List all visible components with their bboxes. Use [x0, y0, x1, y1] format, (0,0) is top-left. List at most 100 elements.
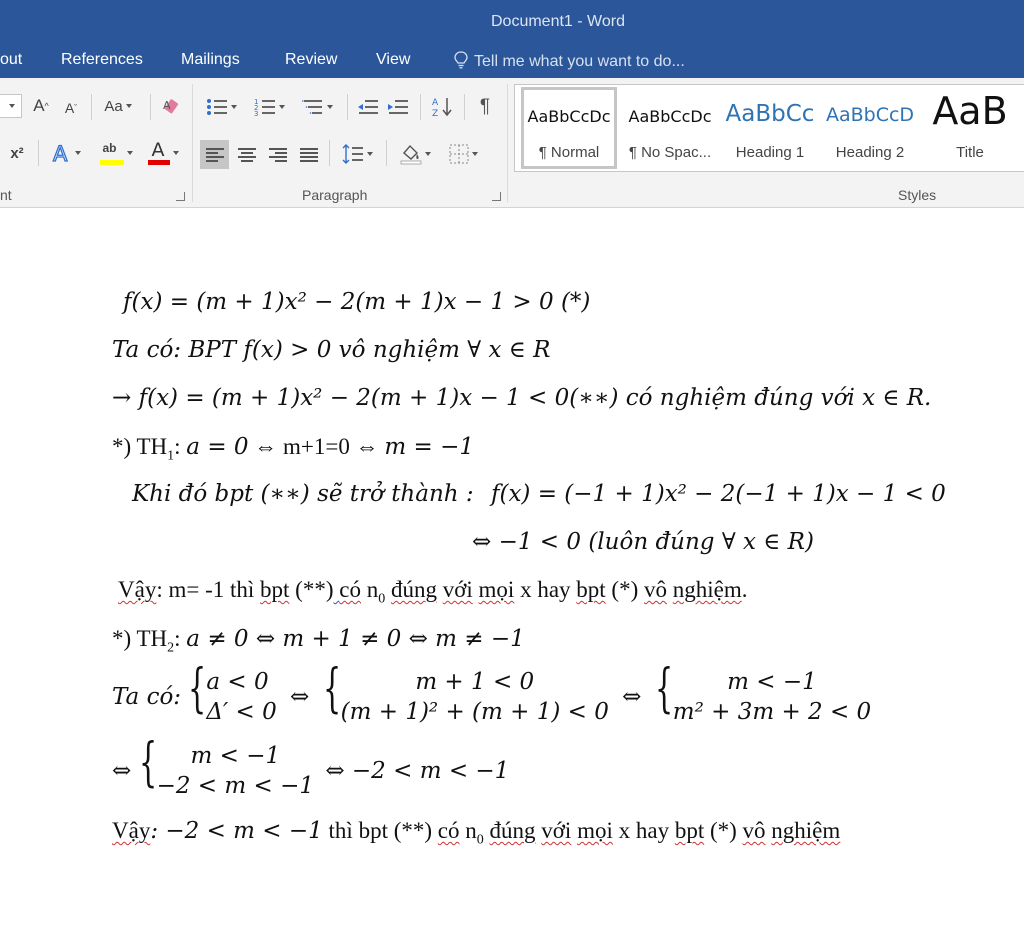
spell-flagged-word: mọi	[577, 818, 613, 843]
style-heading-2[interactable]: AaBbCcD Heading 2	[823, 87, 917, 169]
doc-line-3: → f(x) = (m + 1)x² − 2(m + 1)x − 1 < 0(∗…	[112, 385, 932, 411]
style-sample: AaB	[932, 89, 1008, 133]
shrink-font-icon[interactable]: Aˇ	[60, 96, 82, 120]
math-run: Khi đó bpt (∗∗) sẽ trở thành :	[132, 481, 474, 507]
spell-flagged-word: bpt	[674, 818, 705, 843]
change-case-button[interactable]: Aa	[98, 94, 138, 118]
increase-indent-icon[interactable]	[384, 94, 412, 120]
style-sample: AaBbCcDc	[527, 107, 611, 126]
line-spacing-button[interactable]	[336, 140, 378, 168]
line-spacing-icon	[342, 144, 363, 164]
show-formatting-marks-icon[interactable]: ¶	[472, 94, 498, 120]
text-run: thì bpt (**)	[322, 818, 438, 843]
font-color-swatch	[147, 160, 170, 165]
spell-flagged-word: vô	[644, 577, 667, 602]
borders-icon	[449, 144, 468, 164]
document-page[interactable]: f(x) = (m + 1)x² − 2(m + 1)x − 1 > 0 (*)…	[0, 209, 1024, 932]
style-name: Title	[956, 144, 984, 161]
spell-flagged-word: đúng	[390, 577, 437, 602]
highlight-color-button[interactable]: ab	[94, 138, 138, 168]
style-heading-1[interactable]: AaBbCc Heading 1	[723, 87, 817, 169]
text-run: ⇔ m+1=0 ⇔	[248, 434, 385, 459]
system-row: Δ′ < 0	[206, 699, 277, 725]
style-name: ¶ No Spac...	[628, 144, 712, 161]
equation-system: {m < −1 −2 < m < −1	[138, 733, 314, 799]
font-color-button[interactable]: A	[142, 138, 184, 168]
clear-formatting-icon[interactable]: A	[158, 94, 186, 120]
bullets-button[interactable]	[200, 94, 242, 120]
svg-text:A: A	[163, 99, 171, 112]
doc-line-5: Khi đó bpt (∗∗) sẽ trở thành : f(x) = (−…	[132, 481, 946, 507]
style-no-spacing[interactable]: AaBbCcDc ¶ No Spac...	[623, 87, 717, 169]
shading-button[interactable]	[394, 140, 436, 168]
style-normal[interactable]: AaBbCcDc ¶ Normal	[521, 87, 617, 169]
math-run: a ≠ 0 ⇔ m + 1 ≠ 0 ⇔ m ≠ −1	[186, 626, 525, 652]
borders-button[interactable]	[442, 140, 484, 168]
text-run: :	[174, 626, 187, 651]
change-case-label: Aa	[104, 97, 123, 115]
align-center-icon[interactable]	[232, 140, 261, 169]
subscript: 0	[476, 832, 484, 848]
spell-flagged-word: vô	[742, 818, 766, 843]
system-row: m + 1 < 0	[415, 669, 535, 695]
doc-line-7: Vậy: m= -1 thì bpt (**) có n0 đúng với m…	[118, 577, 748, 608]
svg-text:Z: Z	[432, 109, 438, 118]
spell-flagged-word: mọi	[478, 577, 515, 602]
highlighter-icon: ab	[99, 139, 124, 167]
doc-line-8: *) TH2: a ≠ 0 ⇔ m + 1 ≠ 0 ⇔ m ≠ −1	[112, 625, 525, 657]
system-row: (m + 1)² + (m + 1) < 0	[340, 699, 609, 725]
math-run: : −2 < m < −1	[150, 818, 323, 844]
decrease-indent-icon[interactable]	[354, 94, 382, 120]
window-title: Document1 - Word	[491, 13, 625, 30]
multilevel-list-button[interactable]	[296, 94, 338, 120]
style-sample: AaBbCc	[725, 101, 815, 127]
sort-icon[interactable]: AZ	[428, 94, 456, 120]
font-color-icon: A	[147, 139, 170, 167]
tab-view[interactable]: View	[376, 51, 410, 69]
align-left-icon[interactable]	[200, 140, 229, 169]
text-run: (*)	[704, 818, 743, 843]
paragraph-group-label: Paragraph	[302, 187, 368, 203]
system-row: a < 0	[206, 669, 269, 695]
system-row: m < −1	[727, 669, 817, 695]
spell-flagged-word: nghiệm	[771, 818, 841, 843]
system-row: −2 < m < −1	[156, 773, 314, 799]
math-run: ⇔ −2 < m < −1	[325, 758, 510, 784]
grow-font-icon[interactable]: A ^	[30, 94, 52, 118]
tab-review[interactable]: Review	[285, 51, 337, 69]
highlight-swatch	[99, 160, 124, 165]
doc-line-4: *) TH1: a = 0 ⇔ m+1=0 ⇔ m = −1	[112, 433, 474, 465]
doc-line-2: Ta có: BPT f(x) > 0 vô nghiệm ∀ x ∈ R	[112, 337, 551, 363]
tell-me-search[interactable]: Tell me what you want to do...	[454, 51, 685, 71]
align-right-icon[interactable]	[263, 140, 292, 169]
spell-flagged-word: nghiệm	[672, 577, 742, 602]
spell-flagged-word: đúng	[489, 818, 536, 843]
spell-flagged-word: Vậy	[118, 577, 157, 602]
title-bar: Document1 - Word	[0, 0, 1024, 44]
style-sample: AaBbCcD	[825, 104, 915, 126]
style-title[interactable]: AaB Title	[923, 87, 1017, 169]
text-run: (**)	[289, 577, 334, 602]
font-dialog-launcher-icon[interactable]	[176, 192, 185, 201]
tab-references[interactable]: References	[61, 51, 143, 69]
equation-system: {m < −1 m² + 3m + 2 < 0	[654, 659, 872, 725]
bullets-icon	[206, 99, 227, 115]
math-run: a = 0	[186, 434, 249, 460]
numbering-button[interactable]: 123	[248, 94, 290, 120]
math-run: ⇔	[290, 684, 310, 710]
doc-line-10: ⇔ {m < −1 −2 < m < −1 ⇔ −2 < m < −1	[112, 733, 510, 801]
justify-icon[interactable]	[294, 140, 323, 169]
text-run: *) TH	[112, 626, 168, 651]
math-run: ⇔	[112, 758, 132, 784]
paragraph-dialog-launcher-icon[interactable]	[492, 192, 501, 201]
numbering-icon: 123	[254, 98, 275, 117]
font-group-label: nt	[0, 187, 12, 203]
text-effects-button[interactable]: A	[46, 140, 86, 166]
text-effects-icon: A	[52, 142, 68, 164]
tab-layout[interactable]: out	[0, 51, 22, 69]
superscript-button[interactable]: x²	[4, 140, 30, 166]
font-size-dropdown[interactable]	[0, 94, 22, 118]
spell-flagged-word: với	[541, 818, 572, 843]
tab-mailings[interactable]: Mailings	[181, 51, 240, 69]
svg-text:A: A	[53, 142, 68, 164]
